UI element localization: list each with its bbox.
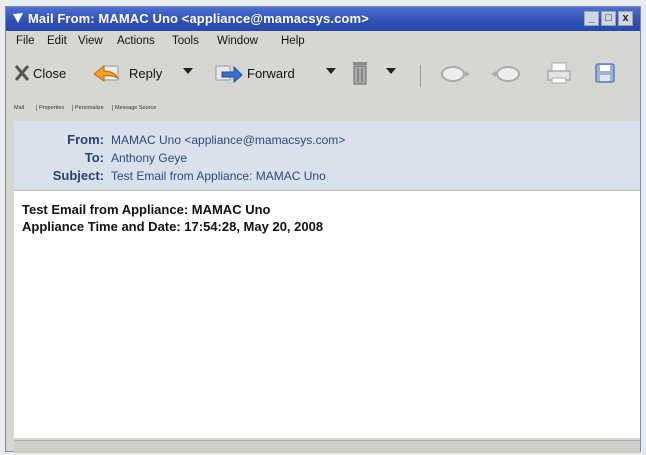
delete-dropdown-arrow[interactable] (386, 68, 396, 74)
tab-personalize[interactable]: Personalize (72, 105, 104, 111)
previous-message-icon (491, 66, 520, 82)
forward-button[interactable]: Forward (214, 61, 295, 85)
message-tabs: Mail Properties Personalize Message Sour… (6, 103, 640, 117)
tab-mail[interactable]: Mail (12, 105, 24, 111)
tab-properties[interactable]: Properties (36, 105, 64, 111)
menu-file[interactable]: File (16, 35, 35, 47)
next-message-icon (441, 66, 470, 82)
to-value[interactable]: Anthony Geye (111, 151, 187, 165)
menu-edit[interactable]: Edit (47, 35, 67, 47)
status-bar (14, 440, 640, 453)
window-title: Mail From: MAMAC Uno <appliance@mamacsys… (28, 11, 369, 26)
close-button[interactable]: Close (14, 61, 66, 85)
title-bar[interactable]: Mail From: MAMAC Uno <appliance@mamacsys… (6, 7, 640, 31)
menu-tools[interactable]: Tools (172, 35, 199, 47)
reply-button[interactable]: Reply (92, 61, 162, 85)
message-body[interactable]: Test Email from Appliance: MAMAC Uno App… (14, 190, 640, 438)
reply-button-label: Reply (129, 65, 163, 81)
body-line-1: Test Email from Appliance: MAMAC Uno (22, 202, 271, 217)
toolbar: Close Reply Forward (6, 55, 640, 91)
previous-message-button[interactable] (490, 61, 525, 85)
maximize-button[interactable]: □ (601, 11, 616, 26)
close-x-icon (14, 65, 30, 81)
mail-icon (13, 13, 23, 23)
mail-window: Mail From: MAMAC Uno <appliance@mamacsys… (5, 6, 641, 453)
print-button[interactable] (546, 61, 575, 85)
to-label: To: (84, 150, 104, 165)
subject-label: Subject: (52, 168, 104, 183)
forward-button-label: Forward (247, 65, 295, 81)
delete-button[interactable] (351, 61, 372, 85)
subject-value: Test Email from Appliance: MAMAC Uno (111, 169, 326, 183)
menu-window[interactable]: Window (217, 35, 258, 47)
next-message-button[interactable] (439, 61, 474, 85)
from-value[interactable]: MAMAC Uno <appliance@mamacsys.com> (111, 133, 345, 147)
close-button-label: Close (33, 65, 67, 81)
menu-actions[interactable]: Actions (117, 35, 155, 47)
reply-arrow-icon (93, 64, 120, 82)
close-window-button[interactable]: x (618, 11, 633, 26)
toolbar-separator (420, 65, 421, 87)
body-line-2: Appliance Time and Date: 17:54:28, May 2… (22, 219, 324, 234)
message-header: From: MAMAC Uno <appliance@mamacsys.com>… (14, 121, 640, 189)
tab-message-source[interactable]: Message Source (112, 105, 156, 111)
printer-icon (547, 62, 571, 84)
menu-view[interactable]: View (78, 35, 103, 47)
forward-arrow-icon (215, 65, 243, 84)
trash-can-icon (353, 62, 367, 85)
menu-help[interactable]: Help (281, 35, 305, 47)
reply-dropdown-arrow[interactable] (183, 68, 193, 74)
forward-dropdown-arrow[interactable] (326, 68, 336, 74)
floppy-disk-icon (595, 63, 615, 83)
menu-bar: File Edit View Actions Tools Window Help (6, 33, 640, 51)
minimize-button[interactable]: _ (584, 11, 599, 26)
save-button[interactable] (594, 61, 619, 85)
from-label: From: (67, 132, 104, 147)
